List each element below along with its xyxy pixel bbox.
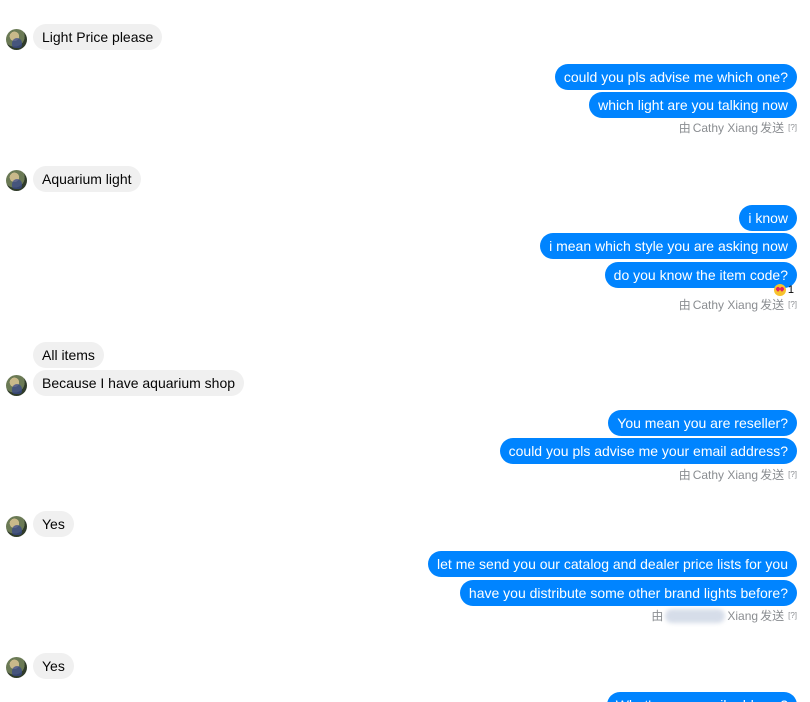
contact-avatar[interactable] bbox=[6, 29, 27, 50]
sent-by-prefix: 由 bbox=[678, 121, 691, 135]
outgoing-message[interactable]: You mean you are reseller? bbox=[608, 410, 797, 436]
sent-by-note: 由 Cathy Xiang 发送 [?] bbox=[679, 467, 797, 483]
sent-by-suffix: 发送 bbox=[760, 121, 785, 135]
sent-by-suffix: 发送 bbox=[760, 298, 785, 312]
incoming-message[interactable]: Aquarium light bbox=[33, 166, 141, 192]
chat-thread: Light Price please could you pls advise … bbox=[0, 0, 810, 702]
incoming-message[interactable]: Yes bbox=[33, 653, 74, 679]
incoming-message[interactable]: Light Price please bbox=[33, 24, 163, 50]
sent-by-prefix: 由 bbox=[651, 609, 664, 623]
help-link[interactable]: [?] bbox=[788, 608, 797, 624]
outgoing-message[interactable]: could you pls advise me your email addre… bbox=[499, 438, 797, 464]
outgoing-message[interactable]: have you distribute some other brand lig… bbox=[459, 580, 797, 606]
sent-by-name: Xiang bbox=[727, 609, 759, 623]
outgoing-message[interactable]: do you know the item code? bbox=[604, 262, 797, 288]
sent-by-note: 由 Cathy Xiang 发送 [?] bbox=[679, 297, 797, 313]
sent-by-suffix: 发送 bbox=[760, 609, 785, 623]
contact-avatar[interactable] bbox=[6, 375, 27, 396]
help-link[interactable]: [?] bbox=[788, 467, 797, 483]
outgoing-message[interactable]: let me send you our catalog and dealer p… bbox=[428, 551, 797, 577]
redacted-name-blur bbox=[665, 609, 726, 623]
help-link[interactable]: [?] bbox=[788, 120, 797, 136]
sent-by-name: Cathy Xiang bbox=[692, 298, 759, 312]
outgoing-message[interactable]: i mean which style you are asking now bbox=[540, 233, 797, 259]
reaction-count: 1 bbox=[787, 284, 794, 296]
incoming-message[interactable]: All items bbox=[33, 342, 104, 368]
heart-eyes-icon bbox=[773, 284, 786, 296]
incoming-message[interactable]: Because I have aquarium shop bbox=[33, 370, 245, 396]
sent-by-name: Cathy Xiang bbox=[692, 468, 759, 482]
contact-avatar[interactable] bbox=[6, 170, 27, 191]
help-link[interactable]: [?] bbox=[788, 297, 797, 313]
outgoing-message[interactable]: which light are you talking now bbox=[589, 92, 797, 118]
incoming-message[interactable]: Yes bbox=[33, 511, 74, 537]
sent-by-suffix: 发送 bbox=[760, 468, 785, 482]
contact-avatar[interactable] bbox=[6, 516, 27, 537]
outgoing-message[interactable]: What's your email address? bbox=[606, 692, 797, 702]
message-reaction[interactable]: 1 bbox=[773, 283, 794, 297]
contact-avatar[interactable] bbox=[6, 657, 27, 678]
outgoing-message[interactable]: could you pls advise me which one? bbox=[554, 64, 797, 90]
sent-by-prefix: 由 bbox=[678, 468, 691, 482]
sent-by-note: 由 Cathy Xiang 发送 [?] bbox=[679, 120, 797, 136]
sent-by-name: Cathy Xiang bbox=[692, 121, 759, 135]
sent-by-note: 由 Xiang 发送 [?] bbox=[651, 608, 797, 624]
sent-by-prefix: 由 bbox=[678, 298, 691, 312]
outgoing-message[interactable]: i know bbox=[739, 205, 797, 231]
